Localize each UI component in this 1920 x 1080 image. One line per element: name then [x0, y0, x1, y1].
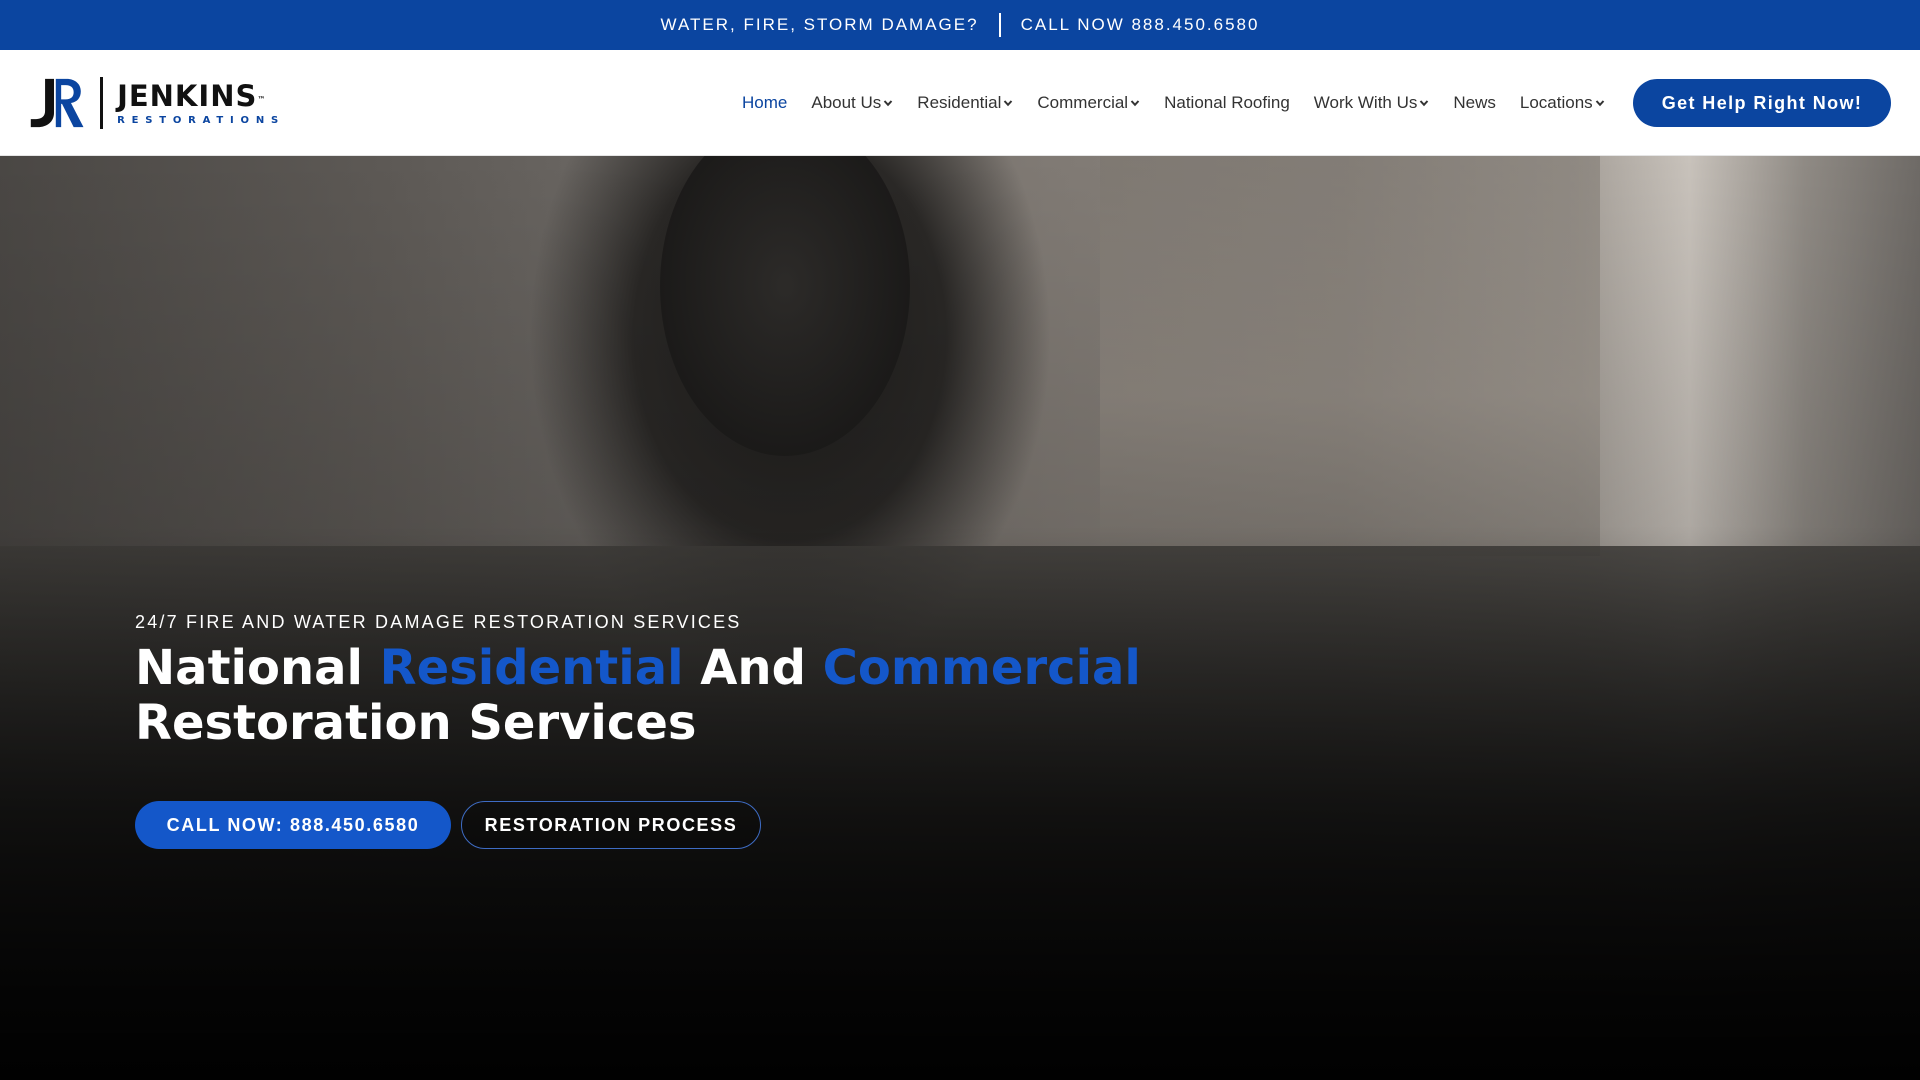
announcement-bar: WATER, FIRE, STORM DAMAGE? CALL NOW 888.…: [0, 0, 1920, 50]
nav-item-work-with-us[interactable]: Work With Us: [1314, 93, 1430, 113]
logo-separator: [100, 77, 104, 129]
headline-highlight-residential: Residential: [379, 640, 684, 696]
nav-item-national-roofing[interactable]: National Roofing: [1164, 93, 1290, 113]
hero-content: 24/7 FIRE AND WATER DAMAGE RESTORATION S…: [135, 612, 1435, 751]
nav-item-label: About Us: [811, 93, 882, 112]
nav-item-label: Residential: [917, 93, 1002, 112]
nav-item-label: Locations: [1519, 93, 1593, 112]
announcement-divider: [998, 13, 1001, 37]
brand-logo[interactable]: JENKINS™ RESTORATIONS: [29, 74, 285, 132]
nav-item-commercial[interactable]: Commercial: [1037, 93, 1140, 113]
call-now-button[interactable]: CALL NOW: 888.450.6580: [135, 801, 451, 849]
jr-monogram-icon: [30, 78, 84, 128]
hero-eyebrow: 24/7 FIRE AND WATER DAMAGE RESTORATION S…: [135, 612, 742, 632]
hero-buttons: CALL NOW: 888.450.6580 RESTORATION PROCE…: [135, 801, 761, 849]
nav-item-label: Commercial: [1037, 93, 1129, 112]
nav-item-label: Work With Us: [1313, 93, 1418, 112]
chevron-down-icon: [1130, 100, 1140, 107]
nav-item-residential[interactable]: Residential: [917, 93, 1013, 113]
nav-item-label: News: [1453, 93, 1496, 112]
chevron-down-icon: [1004, 100, 1013, 107]
topbar-phone-link[interactable]: CALL NOW 888.450.6580: [1021, 15, 1260, 35]
logo-name: JENKINS™: [117, 78, 267, 113]
main-nav: Home About Us Residential Commercial Nat…: [742, 50, 1629, 156]
announcement-message: WATER, FIRE, STORM DAMAGE?: [660, 15, 979, 34]
headline-part: National: [135, 640, 380, 696]
headline-part: Restoration Services: [135, 695, 697, 751]
chevron-down-icon: [1595, 100, 1604, 107]
chevron-down-icon: [884, 100, 893, 107]
nav-item-locations[interactable]: Locations: [1520, 93, 1605, 113]
restoration-process-button[interactable]: RESTORATION PROCESS: [461, 801, 761, 849]
headline-part: And: [683, 640, 823, 696]
site-header: JENKINS™ RESTORATIONS Home About Us Resi…: [0, 50, 1920, 156]
hero-headline: National Residential And Commercial Rest…: [135, 641, 1365, 751]
chevron-down-icon: [1420, 100, 1429, 107]
nav-item-label: National Roofing: [1164, 93, 1290, 112]
nav-item-about-us[interactable]: About Us: [811, 93, 893, 113]
nav-item-home[interactable]: Home: [742, 93, 787, 113]
nav-item-label: Home: [742, 93, 788, 112]
nav-item-news[interactable]: News: [1453, 93, 1496, 113]
logo-subtitle: RESTORATIONS: [117, 114, 285, 126]
logo-wordmark: JENKINS™ RESTORATIONS: [117, 81, 285, 126]
headline-highlight-commercial: Commercial: [822, 640, 1141, 696]
get-help-button[interactable]: Get Help Right Now!: [1633, 79, 1891, 127]
